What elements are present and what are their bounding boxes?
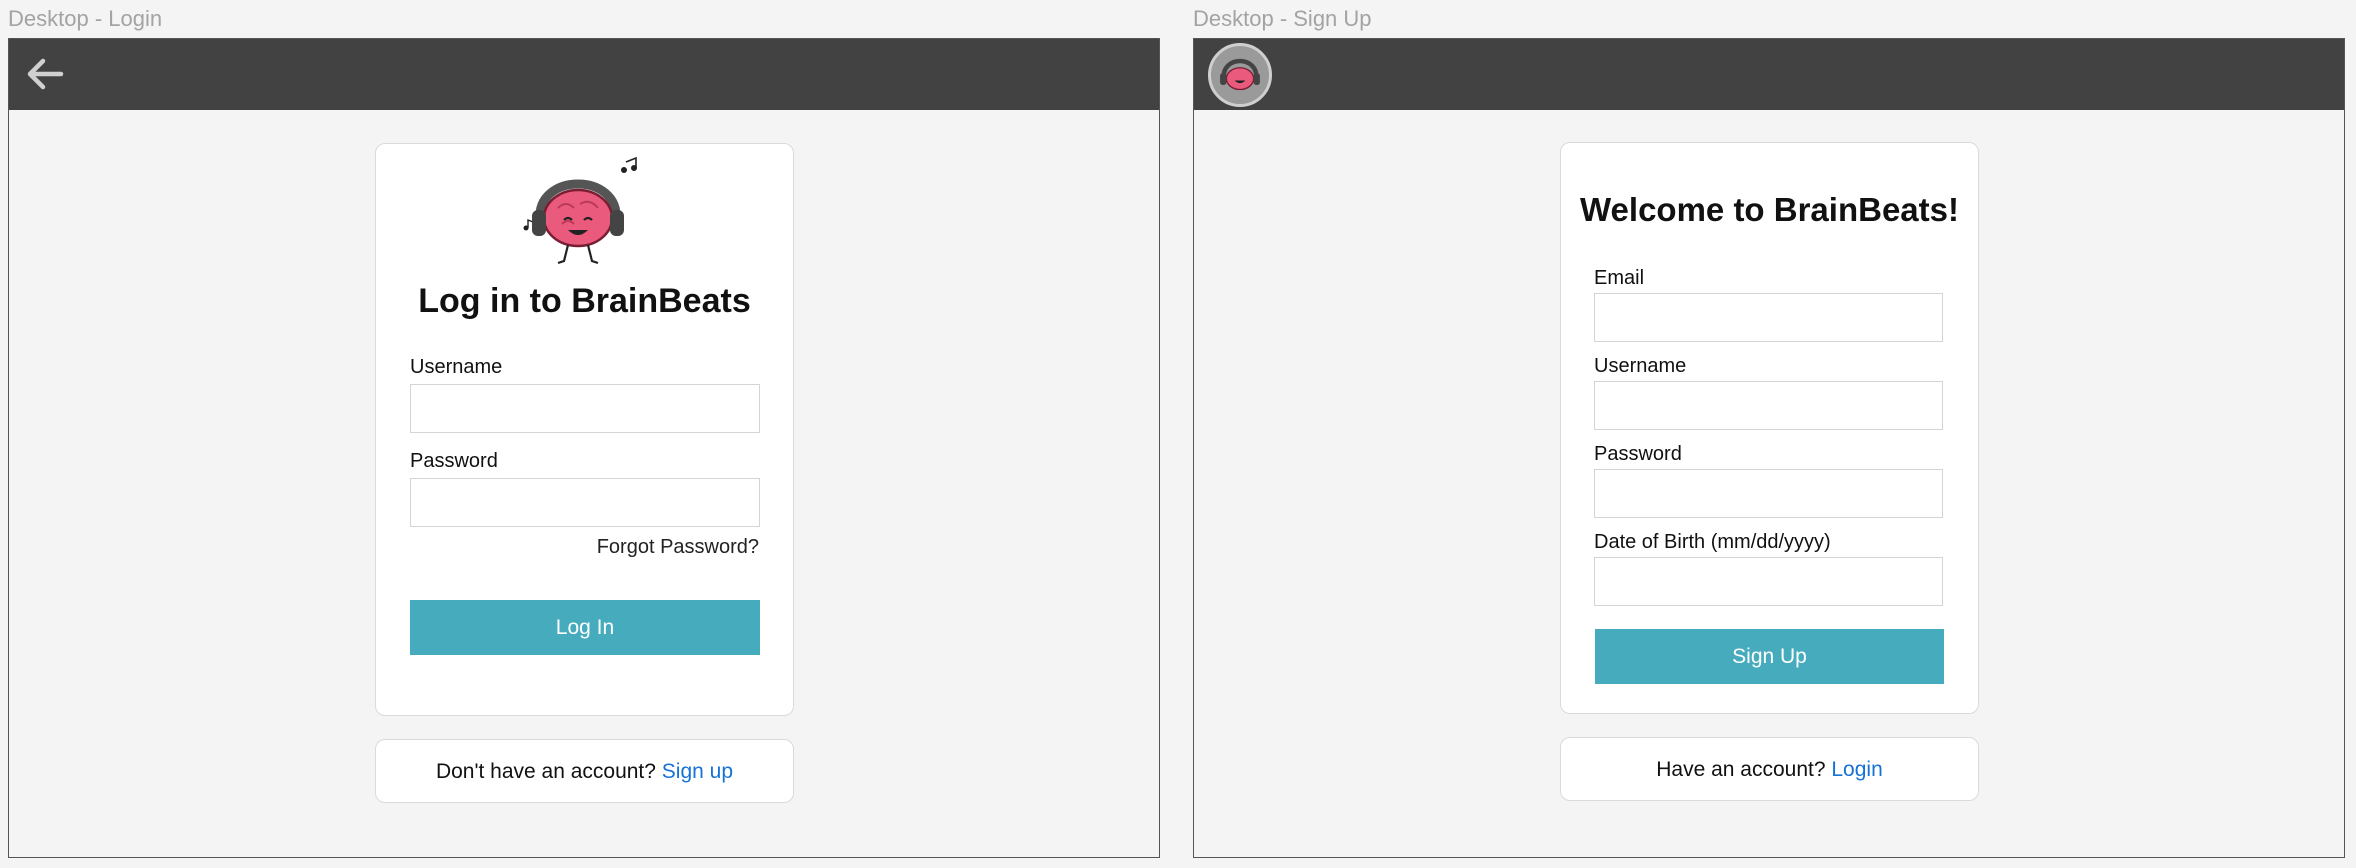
login-frame: Log in to BrainBeats Username Password F… bbox=[8, 38, 1160, 858]
sign-up-link[interactable]: Sign up bbox=[662, 760, 733, 783]
username-label: Username bbox=[410, 356, 503, 378]
login-link[interactable]: Login bbox=[1831, 758, 1882, 781]
signup-top-bar bbox=[1194, 39, 2344, 110]
brain-avatar-icon[interactable] bbox=[1208, 43, 1272, 107]
signup-frame: Welcome to BrainBeats! Email Username Pa… bbox=[1193, 38, 2345, 858]
login-footer: Don't have an account? Sign up bbox=[376, 760, 793, 784]
signup-frame-label: Desktop - Sign Up bbox=[1193, 6, 1372, 31]
back-arrow-icon[interactable] bbox=[23, 53, 65, 95]
signup-password-label: Password bbox=[1594, 443, 1682, 465]
login-button[interactable]: Log In bbox=[410, 600, 760, 655]
password-label: Password bbox=[410, 450, 498, 472]
signup-footer: Have an account? Login bbox=[1561, 758, 1978, 782]
signup-button[interactable]: Sign Up bbox=[1595, 629, 1944, 684]
signup-footer-prompt: Have an account? bbox=[1656, 758, 1826, 781]
signup-username-label: Username bbox=[1594, 355, 1687, 377]
forgot-password-link[interactable]: Forgot Password? bbox=[597, 536, 759, 559]
signup-footer-card: Have an account? Login bbox=[1560, 737, 1979, 801]
username-input[interactable] bbox=[410, 384, 760, 433]
login-top-bar bbox=[9, 39, 1159, 110]
login-card: Log in to BrainBeats Username Password F… bbox=[375, 143, 794, 716]
login-title: Log in to BrainBeats bbox=[418, 282, 751, 320]
signup-password-input[interactable] bbox=[1594, 469, 1943, 518]
signup-title: Welcome to BrainBeats! bbox=[1580, 191, 1959, 228]
email-label: Email bbox=[1594, 267, 1645, 289]
password-input[interactable] bbox=[410, 478, 760, 527]
brain-headphones-logo bbox=[523, 156, 637, 265]
login-frame-label: Desktop - Login bbox=[8, 6, 163, 31]
signup-username-input[interactable] bbox=[1594, 381, 1943, 430]
login-footer-card: Don't have an account? Sign up bbox=[375, 739, 794, 803]
email-input[interactable] bbox=[1594, 293, 1943, 342]
login-footer-prompt: Don't have an account? bbox=[435, 760, 656, 783]
signup-card: Welcome to BrainBeats! Email Username Pa… bbox=[1560, 142, 1979, 714]
dob-input[interactable] bbox=[1594, 557, 1943, 606]
dob-label: Date of Birth (mm/dd/yyyy) bbox=[1594, 531, 1831, 553]
